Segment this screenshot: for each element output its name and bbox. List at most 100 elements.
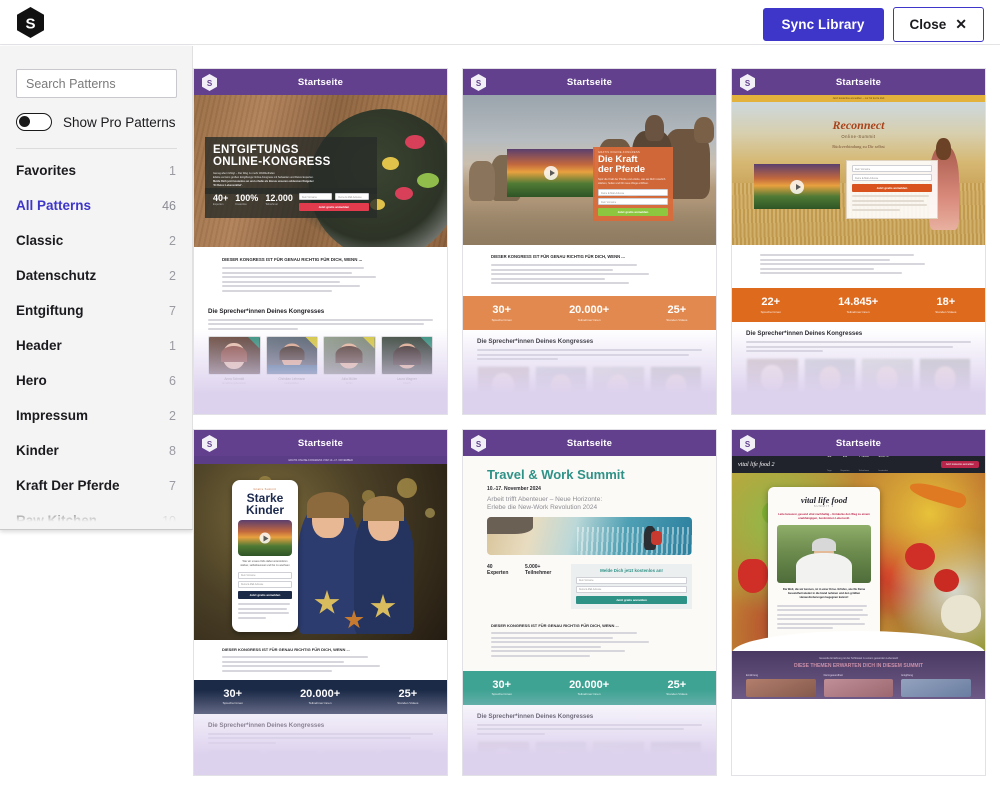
video-thumbnail[interactable] — [754, 164, 840, 209]
sidebar-divider — [16, 148, 177, 149]
sidebar-item-count: 7 — [169, 303, 176, 318]
video-thumbnail[interactable] — [507, 149, 595, 197]
play-icon[interactable] — [259, 532, 271, 544]
hexagon-s-logo-icon: S — [471, 74, 486, 91]
close-button-label: Close — [909, 17, 947, 32]
stat-label: Teilnehmer:innen — [577, 317, 601, 322]
show-pro-patterns-toggle[interactable] — [16, 113, 52, 131]
cta-button[interactable]: Jetzt gratis anmelden — [298, 203, 369, 211]
sidebar-item-kraft-der-pferde[interactable]: Kraft Der Pferde 7 — [16, 468, 176, 503]
pattern-card-starke-kinder[interactable]: S Startseite GRATIS ONLINE-KONGRESS VOM … — [193, 429, 448, 776]
stat-label: Stunden Videos — [935, 309, 957, 314]
cta-button[interactable]: Jetzt gratis anmelden — [852, 184, 932, 192]
pattern-card-reconnect-online-summit[interactable]: S Startseite Jetzt kostenlos anmelden – … — [731, 68, 986, 415]
form-field-email[interactable]: Deine E-Mail-Adresse — [238, 581, 292, 589]
nav-stat-value: 25 — [841, 456, 850, 458]
show-pro-patterns-label: Show Pro Patterns — [63, 114, 176, 130]
stat-value: 20.000+ — [569, 679, 610, 692]
sidebar-item-label: Favorites — [16, 163, 77, 178]
sidebar-item-favorites[interactable]: Favorites 1 — [16, 153, 176, 188]
hero-form-panel: Gratis Summit Starke Kinder Wie wir unse… — [232, 480, 298, 632]
sync-library-button[interactable]: Sync Library — [762, 8, 884, 41]
speaker-role: Coach — [403, 382, 411, 385]
card-speakers-section: Die Sprecher*innen Deines Kongresses — [463, 704, 716, 775]
stat-label: Sprecher:innen — [491, 317, 512, 322]
pattern-card-travel-work-summit[interactable]: S Startseite Travel & Work Summit 10.-17… — [462, 429, 717, 776]
speakers-heading: Die Sprecher*innen Deines Kongresses — [746, 330, 863, 337]
play-icon[interactable] — [790, 179, 804, 194]
hexagon-s-logo-icon: S — [740, 74, 755, 91]
sidebar-item-classic[interactable]: Classic 2 — [16, 223, 176, 258]
sidebar-item-label: Kinder — [16, 443, 59, 458]
sidebar-item-impressum[interactable]: Impressum 2 — [16, 398, 176, 433]
sidebar-item-all-patterns[interactable]: All Patterns 46 — [16, 188, 176, 223]
form-field-name[interactable]: Dein Vorname — [298, 193, 333, 200]
hero-headline: Travel & Work Summit — [487, 467, 625, 482]
card-headline-2: ONLINE-KONGRESS — [213, 156, 331, 169]
top-bar: S Sync Library Close ✕ — [0, 0, 1000, 45]
speaker-role: Ärztin — [345, 382, 353, 385]
card-title-bar: S Startseite — [463, 430, 716, 456]
svg-text:S: S — [25, 16, 35, 33]
hero-headline-2: Online-Summit — [841, 134, 876, 139]
speaker-name: Laura Wagner — [396, 377, 417, 381]
speaker-card: Julia Müller Ärztin — [323, 335, 376, 385]
stat-value: 30+ — [223, 687, 243, 700]
stat-value: 30+ — [492, 679, 512, 692]
play-icon[interactable] — [544, 166, 558, 180]
toggle-knob — [19, 116, 30, 127]
sidebar-item-datenschutz[interactable]: Datenschutz 2 — [16, 258, 176, 293]
stat-value: 20.000+ — [300, 687, 341, 700]
cta-button[interactable]: Jetzt gratis anmelden — [238, 591, 292, 600]
stat-value: 22+ — [761, 296, 781, 309]
card-speakers-section: Die Sprecher*innen Deines Kongresses — [194, 713, 447, 775]
pattern-card-die-kraft-der-pferde[interactable]: S Startseite GRATIS ONLINE-KONGRESS Die … — [462, 68, 717, 415]
sidebar-item-hero[interactable]: Hero 6 — [16, 363, 176, 398]
stat-value: 30+ — [492, 304, 512, 317]
stats-band: 30+ Sprecher:innen 20.000+ Teilnehmer:in… — [463, 296, 716, 330]
card-bar-title: Startseite — [835, 437, 882, 449]
form-field-name[interactable]: Dein Vorname — [598, 198, 668, 206]
cta-button[interactable]: Jetzt gratis anmelden — [576, 596, 687, 605]
speakers-heading: Die Sprecher*innen Deines Kongresses — [208, 307, 325, 315]
sidebar-item-raw-kitchen[interactable]: Raw Kitchen 10 — [16, 503, 176, 529]
speaker-card: Christian Lehmann Heilpraktiker — [265, 335, 318, 385]
pattern-card-entgiftungs-online-kongress[interactable]: S Startseite ENTGIFTUNGS ONLINE-KONGRESS — [193, 68, 448, 415]
video-thumbnail[interactable] — [238, 520, 292, 557]
hero-stats-form-row: 40 Experten 5.000+ Teilnehmer Melde Dich… — [487, 564, 692, 610]
stat-label: Teilnehmer — [265, 203, 278, 206]
cta-button[interactable]: Jetzt gratis anmelden — [598, 208, 668, 217]
nav-cta-button[interactable]: Jetzt kostenlos anmelden — [940, 461, 980, 468]
footer-col-label: Entgiftung — [901, 674, 914, 677]
sidebar-item-count: 1 — [169, 338, 176, 353]
stat-value: 14.845+ — [838, 296, 879, 309]
pattern-card-vital-life-food-2[interactable]: S Startseite vital life food 2 14 Tage 25… — [731, 429, 986, 776]
form-field-name[interactable]: Dein Vorname — [238, 572, 292, 580]
stats-band: 30+ Sprecher:innen 20.000+ Teilnehmer:in… — [194, 679, 447, 714]
sidebar-item-entgiftung[interactable]: Entgiftung 7 — [16, 293, 176, 328]
topstrip-text: Jetzt kostenlos anmelden – nur für kurze… — [832, 97, 885, 100]
sidebar-item-kinder[interactable]: Kinder 8 — [16, 433, 176, 468]
form-field-name[interactable]: Dein Vorname — [576, 577, 687, 585]
form-field-email[interactable]: Deine E-Mail-Adresse — [852, 174, 932, 181]
card-hero-image: vital life food SUMMIT 2 Leite bewusst, … — [732, 473, 985, 699]
card-bar-title: Startseite — [297, 437, 344, 449]
form-field-name[interactable]: Dein Vorname — [852, 165, 932, 172]
hero-form-panel: Melde Dich jetzt kostenlos an! Dein Vorn… — [571, 564, 692, 610]
sidebar-item-header[interactable]: Header 1 — [16, 328, 176, 363]
section-heading: DIESER KONGRESS IST FÜR GENAU RICHTIG FÜ… — [222, 257, 363, 262]
card-speakers-section: Die Sprecher*innen Deines Kongresses — [732, 322, 985, 397]
show-pro-patterns-row[interactable]: Show Pro Patterns — [16, 113, 176, 131]
close-button[interactable]: Close ✕ — [892, 7, 984, 42]
form-field-email[interactable]: Deine E-Mail-Adresse — [335, 193, 369, 200]
card-bar-title: Startseite — [566, 437, 613, 449]
sidebar-item-label: Classic — [16, 233, 64, 248]
stat-value: 18+ — [936, 296, 956, 309]
form-field-email[interactable]: Deine E-Mail-Adresse — [576, 586, 687, 594]
sidebar-item-label: All Patterns — [16, 198, 92, 213]
card-brand: vital life food — [800, 495, 848, 505]
card-hero-text: Travel & Work Summit 10.-17. November 20… — [463, 456, 716, 511]
search-input[interactable] — [16, 69, 177, 98]
speakers-heading: Die Sprecher*innen Deines Kongresses — [477, 712, 594, 720]
form-field-email[interactable]: Deine E-Mail-Adresse — [598, 189, 668, 197]
